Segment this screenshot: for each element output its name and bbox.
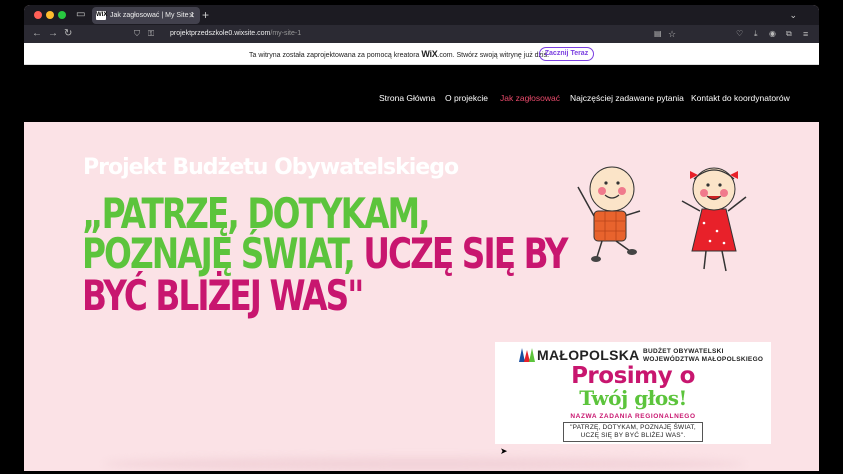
close-window-button[interactable] [34, 11, 42, 19]
hero-subtitle: Projekt Budżetu Obywatelskiego [83, 155, 459, 180]
wix-text-after: .com. Stwórz swoją witrynę już dziś. [437, 52, 550, 59]
section-shadow [104, 457, 744, 471]
hero-headline-line2-pink: UCZĘ SIĘ BY [363, 229, 568, 278]
address-bar[interactable]: projektprzedszkole0.wixsite.com/my-site-… [170, 28, 301, 40]
tab-overview-icon[interactable]: ▭ [76, 9, 88, 20]
bookmark-star-icon[interactable]: ☆ [668, 28, 676, 40]
wix-text-before: Ta witryna została zaprojektowana za pom… [249, 52, 420, 59]
menu-item-how-to-vote[interactable]: Jak zagłosować [500, 92, 560, 104]
menu-item-contact[interactable]: Kontakt do koordynatorów [691, 92, 790, 104]
lock-icon[interactable]: ⚿ [148, 28, 154, 40]
wix-promo-banner: Ta witryna została zaprojektowana za pom… [24, 43, 819, 65]
wix-favicon-icon: WIX [96, 11, 108, 20]
menu-item-about[interactable]: O projekcie [445, 92, 488, 104]
vote-appeal-card: MAŁOPOLSKA BUDŻET OBYWATELSKI WOJEWÓDZTW… [495, 342, 771, 444]
card-brand: MAŁOPOLSKA [537, 347, 640, 363]
menu-item-home[interactable]: Strona Główna [379, 92, 435, 104]
navigation-bar: ← → ↻ ⛉ ⚿ projektprzedszkole0.wixsite.co… [24, 25, 819, 43]
minimize-window-button[interactable] [46, 11, 54, 19]
new-tab-icon[interactable]: + [202, 8, 209, 22]
card-prosimy: Prosimy o [571, 363, 695, 389]
browser-tab-active[interactable]: WIX Jak zagłosować | My Site 1 ✕ [92, 7, 200, 24]
site-header: Strona Główna O projekcie Jak zagłosować… [24, 65, 819, 122]
wix-promo-text: Ta witryna została zaprojektowana za pom… [249, 48, 549, 62]
card-quote-line2: UCZĘ SIĘ BY BYĆ BLIŻEJ WAS". [580, 432, 686, 439]
boy-figure [577, 166, 641, 262]
malopolska-logo-icon [519, 348, 535, 362]
menu-item-faq[interactable]: Najczęściej zadawane pytania [570, 92, 684, 104]
extensions-icon[interactable]: ⧉ [786, 28, 792, 40]
card-task-name-label: NAZWA ZADANIA REGIONALNEGO [570, 413, 696, 420]
screen-frame: ▭ WIX Jak zagłosować | My Site 1 ✕ + ⌄ ←… [0, 0, 843, 474]
close-tab-icon[interactable]: ✕ [188, 10, 195, 21]
pocket-icon[interactable]: ♡ [736, 28, 743, 40]
download-icon[interactable]: ⤓ [754, 28, 758, 40]
tab-bar: ▭ WIX Jak zagłosować | My Site 1 ✕ + ⌄ [24, 5, 819, 25]
hero-headline-line3: BYĆ BLIŻEJ WAS" [82, 271, 364, 320]
jumping-kids-illustration [577, 166, 747, 272]
shield-icon[interactable]: ⛉ [134, 28, 140, 40]
mouse-cursor-icon: ➤ [500, 446, 508, 456]
back-arrow-icon[interactable]: ← [32, 28, 42, 40]
browser-window: ▭ WIX Jak zagłosować | My Site 1 ✕ + ⌄ ←… [24, 5, 819, 471]
tab-title: Jak zagłosować | My Site 1 [110, 12, 195, 19]
card-glos: Twój głos! [579, 386, 687, 410]
card-quote-line1: "PATRZĘ, DOTYKAM, POZNAJĘ ŚWIAT, [570, 424, 696, 431]
start-now-button[interactable]: Zacznij Teraz [539, 47, 594, 61]
girl-figure [681, 167, 747, 272]
card-task-name-box: "PATRZĘ, DOTYKAM, POZNAJĘ ŚWIAT, UCZĘ SI… [563, 422, 703, 442]
maximize-window-button[interactable] [58, 11, 66, 19]
card-budget-label: BUDŻET OBYWATELSKI WOJEWÓDZTWA MAŁOPOLSK… [643, 348, 763, 364]
forward-arrow-icon[interactable]: → [48, 28, 58, 40]
reader-view-icon[interactable]: ▤ [654, 28, 662, 40]
chevron-down-icon[interactable]: ⌄ [789, 8, 797, 22]
reload-icon[interactable]: ↻ [64, 28, 72, 40]
wix-brand-logo: WiX [421, 49, 438, 59]
card-budget-line1: BUDŻET OBYWATELSKI [643, 348, 724, 355]
hamburger-menu-icon[interactable]: ≡ [803, 28, 808, 40]
account-icon[interactable]: ◉ [769, 28, 776, 40]
url-host: projektprzedszkole0.wixsite.com [170, 30, 271, 37]
url-path: /my-site-1 [270, 30, 302, 37]
